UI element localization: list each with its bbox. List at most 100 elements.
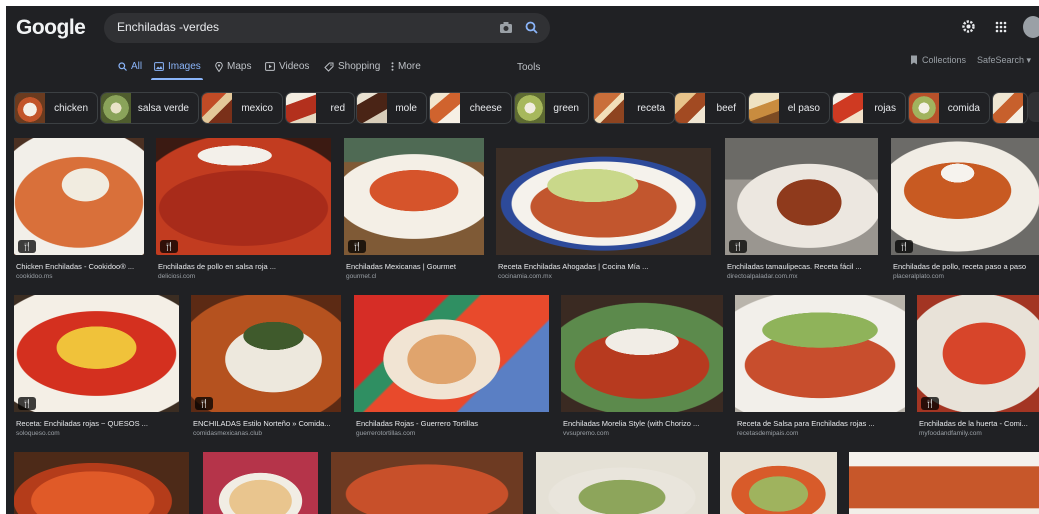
tab-label: Videos	[279, 61, 310, 72]
result-title[interactable]: Enchiladas de pollo en salsa roja ...	[158, 262, 276, 271]
tab-shopping[interactable]: Shopping	[324, 61, 380, 72]
search-input[interactable]: Enchiladas -verdes	[117, 20, 219, 34]
play-icon	[265, 62, 275, 71]
result-source: directoalpaladar.com.mx	[727, 273, 798, 280]
tab-images[interactable]: Images	[154, 61, 201, 72]
result-thumbnail	[496, 148, 711, 255]
result-title[interactable]: Enchiladas Morelia Style (with Chorizo .…	[563, 419, 699, 428]
result-thumbnail	[849, 452, 1039, 514]
chip-label: mexico	[241, 102, 273, 114]
chip-label: comida	[947, 102, 980, 114]
chip-rojas[interactable]: rojas	[832, 92, 906, 124]
recipe-icon: 🍴	[18, 397, 36, 410]
chip-thumbnail	[101, 93, 131, 123]
result-thumbnail	[735, 295, 905, 412]
recipe-icon: 🍴	[895, 240, 913, 253]
result-source: gourmet.cl	[346, 273, 377, 280]
recipe-icon: 🍴	[921, 397, 939, 410]
result-source: recetasdemipais.com	[737, 430, 799, 437]
result-title[interactable]: ENCHILADAS Estilo Norteño » Comida...	[193, 419, 331, 428]
result-title[interactable]: Receta: Enchiladas rojas ~ QUESOS ...	[16, 419, 148, 428]
active-tab-indicator	[151, 78, 203, 80]
chip-thumbnail	[993, 93, 1023, 123]
tab-label: Images	[168, 61, 201, 72]
result-source: cookidoo.ms	[16, 273, 53, 280]
safesearch-button[interactable]: SafeSearch ▾	[977, 55, 1031, 66]
chip-thumbnail	[430, 93, 460, 123]
result-title[interactable]: Receta Enchiladas Ahogadas | Cocina Mía …	[498, 262, 648, 271]
chevron-down-icon: ▾	[1026, 55, 1032, 65]
result-title[interactable]: Enchiladas tamaulipecas. Receta fácil ..…	[727, 262, 862, 271]
result-title[interactable]: Enchiladas de la huerta - Comi...	[919, 419, 1028, 428]
chip-label: receta	[637, 102, 665, 114]
result-thumbnail	[344, 138, 484, 255]
tools-button[interactable]: Tools	[517, 62, 540, 73]
result-thumbnail	[725, 138, 878, 255]
recipe-icon: 🍴	[160, 240, 178, 253]
chip-label: mole	[395, 102, 417, 114]
recipe-icon: 🍴	[195, 397, 213, 410]
collections-icon	[911, 55, 917, 65]
result-source: vvsupremo.com	[563, 430, 609, 437]
chip-salsa-verde[interactable]: salsa verde	[100, 92, 199, 124]
collections-button[interactable]: Collections	[910, 55, 966, 65]
tab-more[interactable]: More	[391, 61, 421, 72]
chip-red[interactable]: red	[285, 92, 355, 124]
chip-chicken[interactable]: chicken	[14, 92, 98, 124]
chip-receta[interactable]: receta	[593, 92, 675, 124]
google-logo[interactable]: Google	[16, 16, 86, 40]
avatar[interactable]	[1023, 16, 1039, 38]
camera-icon[interactable]	[499, 21, 513, 39]
apps-icon[interactable]	[995, 20, 1007, 38]
chip-el-paso[interactable]: el paso	[748, 92, 830, 124]
tab-label: All	[131, 61, 143, 72]
tab-label: More	[398, 61, 421, 72]
result-title[interactable]: Chicken Enchiladas - Cookidoo® ...	[16, 262, 134, 271]
chip-scroll-right[interactable]	[1028, 92, 1039, 122]
chip-thumbnail	[749, 93, 779, 123]
result-thumbnail	[561, 295, 723, 412]
chip-label: salsa verde	[137, 102, 189, 114]
chip-mole[interactable]: mole	[356, 92, 427, 124]
gear-icon[interactable]	[961, 19, 976, 39]
recipe-icon: 🍴	[729, 240, 747, 253]
recipe-icon: 🍴	[348, 240, 366, 253]
result-thumbnail	[536, 452, 708, 514]
chip-thumbnail	[286, 93, 316, 123]
chip-label: green	[553, 102, 579, 114]
chip-thumbnail	[909, 93, 939, 123]
safesearch-label: SafeSearch	[977, 55, 1025, 65]
chip-label: beef	[716, 102, 736, 114]
tab-videos[interactable]: Videos	[265, 61, 309, 72]
chip-cheese[interactable]: cheese	[429, 92, 512, 124]
dots-icon	[391, 62, 394, 71]
tab-label: Maps	[227, 61, 252, 72]
chip-beef[interactable]: beef	[674, 92, 746, 124]
chip-thumbnail	[833, 93, 863, 123]
chip-green[interactable]: green	[514, 92, 589, 124]
chip-comida[interactable]: comida	[908, 92, 990, 124]
result-source: soloqueso.com	[16, 430, 60, 437]
result-thumbnail	[354, 295, 549, 412]
result-title[interactable]: Receta de Salsa para Enchiladas rojas ..…	[737, 419, 875, 428]
chip-thumbnail	[15, 93, 45, 123]
result-thumbnail	[891, 138, 1039, 255]
tab-maps[interactable]: Maps	[215, 61, 251, 72]
result-thumbnail	[191, 295, 341, 412]
chip-more[interactable]	[992, 92, 1028, 124]
tab-label: Shopping	[338, 61, 381, 72]
result-source: myfoodandfamily.com	[919, 430, 982, 437]
search-box[interactable]: Enchiladas -verdes	[104, 13, 550, 43]
result-title[interactable]: Enchiladas Rojas - Guerrero Tortillas	[356, 419, 478, 428]
result-thumbnail	[720, 452, 837, 514]
tab-all[interactable]: All	[118, 61, 142, 72]
chip-label: red	[330, 102, 345, 114]
search-icon[interactable]	[525, 21, 538, 39]
chip-mexico[interactable]: mexico	[201, 92, 283, 124]
result-thumbnail	[917, 295, 1039, 412]
result-source: cocinamia.com.mx	[498, 273, 552, 280]
result-thumbnail	[14, 452, 189, 514]
result-thumbnail	[203, 452, 318, 514]
result-title[interactable]: Enchiladas Mexicanas | Gourmet	[346, 262, 456, 271]
result-title[interactable]: Enchiladas de pollo, receta paso a paso	[893, 262, 1026, 271]
